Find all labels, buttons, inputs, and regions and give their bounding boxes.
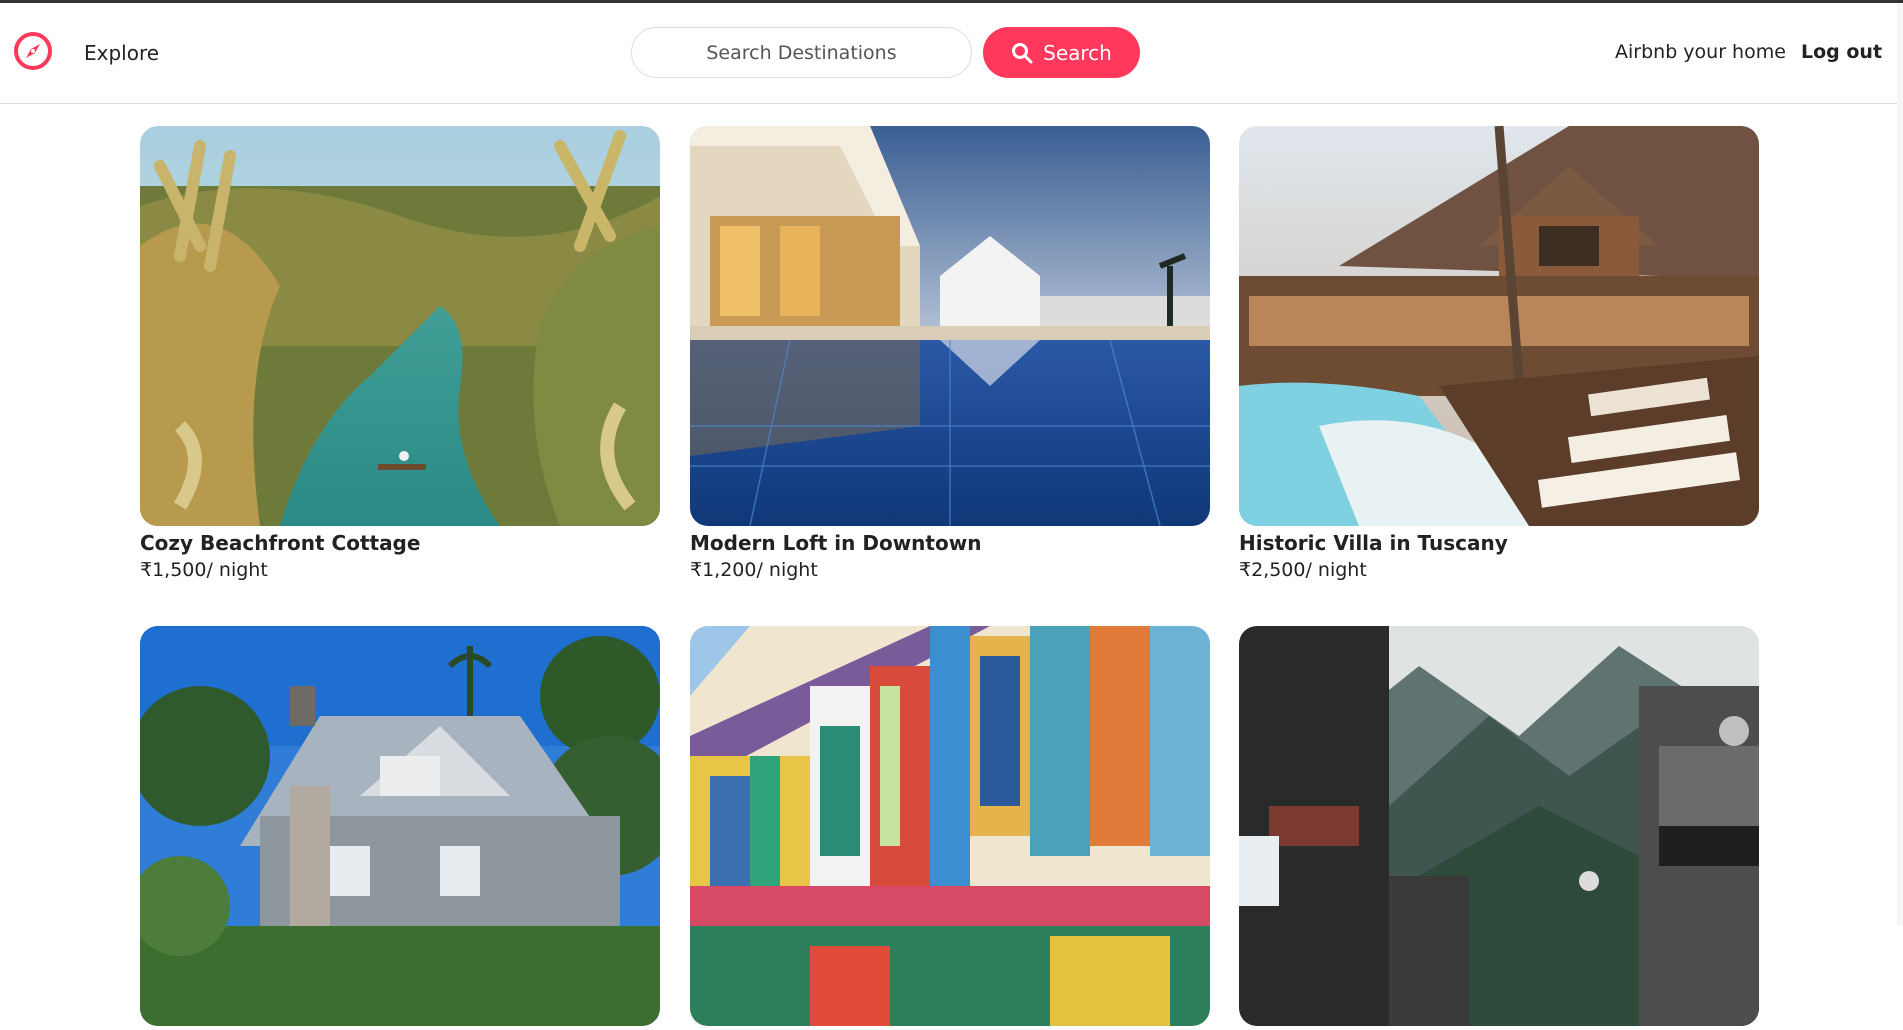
listing-photo[interactable] [1239, 126, 1759, 526]
listing-photo[interactable] [690, 626, 1210, 1026]
search-icon [1011, 42, 1033, 64]
listing-card[interactable] [690, 626, 1210, 1030]
listing-title: Historic Villa in Tuscany [1239, 531, 1508, 555]
listing-card[interactable] [1239, 626, 1759, 1030]
listing-card[interactable] [140, 626, 660, 1030]
logout-link[interactable]: Log out [1801, 41, 1882, 63]
listing-photo[interactable] [690, 126, 1210, 526]
listing-title: Cozy Beachfront Cottage [140, 531, 421, 555]
listing-card[interactable]: Modern Loft in Downtown ₹1,200/ night [690, 126, 1210, 584]
listing-card[interactable]: Cozy Beachfront Cottage ₹1,500/ night [140, 126, 660, 584]
search-button[interactable]: Search [983, 27, 1140, 78]
host-your-home-link[interactable]: Airbnb your home [1615, 41, 1786, 63]
navbar: Explore Search Airbnb your home Log out [0, 3, 1903, 104]
listing-photo[interactable] [140, 626, 660, 1026]
listing-card[interactable]: Historic Villa in Tuscany ₹2,500/ night [1239, 126, 1759, 584]
listing-price: ₹2,500/ night [1239, 559, 1367, 581]
listing-price: ₹1,200/ night [690, 559, 818, 581]
listing-photo[interactable] [140, 126, 660, 526]
scrollbar[interactable] [1897, 3, 1903, 925]
explore-link[interactable]: Explore [84, 41, 159, 65]
compass-icon[interactable] [13, 31, 53, 71]
search-button-label: Search [1043, 40, 1112, 65]
listing-price: ₹1,500/ night [140, 559, 268, 581]
search-input[interactable] [631, 27, 972, 78]
listing-photo[interactable] [1239, 626, 1759, 1026]
listing-title: Modern Loft in Downtown [690, 531, 982, 555]
